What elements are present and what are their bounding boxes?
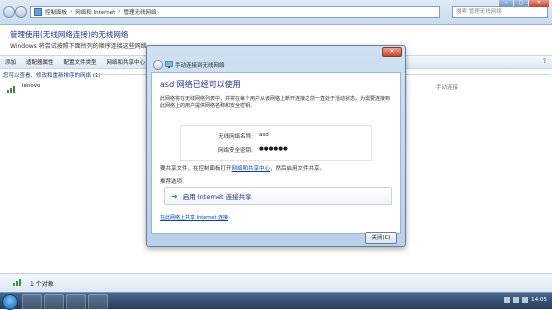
breadcrumb-item[interactable]: 控制面板 (45, 8, 67, 16)
security-key-value: ●●●●●● (259, 146, 288, 152)
back-button[interactable] (3, 6, 15, 18)
toolbar-network-sharing-center[interactable]: 网络和共享中心 (102, 58, 151, 66)
dialog-title: 手动连接到无线网络 (175, 63, 225, 69)
dialog-body: asd 网络已经可以使用 此网络将在无线网络列表中，并将在每个用户从该网络上断开… (151, 72, 401, 234)
network-name-label: 无线网络名称: (218, 134, 253, 140)
dialog-heading: asd 网络已经可以使用 (160, 80, 241, 89)
network-tray-icon[interactable] (513, 297, 520, 303)
share-instruction: 要共享文件，在控制面板打开网络和共享中心，然后启用文件共享。 (160, 164, 325, 172)
suggested-options-label: 推荐选项: (160, 179, 184, 185)
breadcrumb-separator: › (70, 9, 73, 15)
volume-icon[interactable] (522, 297, 529, 303)
status-bar: 1 个对象 (0, 273, 552, 293)
enable-ics-option[interactable]: ➜ 启用 Internet 连接共享 (164, 187, 392, 205)
flag-icon[interactable] (504, 297, 511, 303)
page-description: Windows 将尝试按照下面所列的顺序连接这些网络。 (10, 43, 153, 50)
close-button[interactable]: 关闭(C) (365, 232, 397, 244)
network-status: 手动连接 (436, 85, 459, 91)
toolbar-add[interactable]: 添加 (0, 58, 21, 66)
share-text-before: 要共享文件，在控制面板打开 (160, 166, 232, 172)
status-text: 1 个对象 (30, 281, 54, 288)
manual-connect-dialog: ✕ 手动连接到无线网络 asd 网络已经可以使用 此网络将在无线网络列表中，并将… (146, 45, 406, 247)
breadcrumb-item[interactable]: 网络和 Internet (75, 8, 115, 16)
share-text-after: ，然后启用文件共享。 (270, 166, 326, 172)
help-icon[interactable]: ? (543, 58, 546, 65)
dialog-titlebar: ✕ (147, 46, 405, 58)
network-name[interactable]: lenovo (22, 83, 40, 89)
wireless-network-icon (7, 86, 15, 93)
minimize-button[interactable]: – (499, 0, 513, 7)
network-info-box: 无线网络名称: asd 网络安全密钥: ●●●●●● (180, 125, 372, 161)
toolbar-profile-types[interactable]: 配置文件类型 (59, 58, 102, 66)
network-name-value: asd (259, 132, 269, 138)
page-title: 管理使用(无线网络连接)的无线网络 (10, 30, 129, 39)
dialog-close-button[interactable]: ✕ (382, 47, 402, 57)
taskbar: 14:05 (0, 292, 552, 310)
address-bar-area: 控制面板 › 网络和 Internet › 管理无线网络 搜索 管理无线网络 –… (0, 0, 552, 25)
system-tray: 14:05 (504, 297, 547, 303)
group-header: 您可以查看、修改和重新排序的网络 (1) (3, 73, 101, 79)
maximize-button[interactable]: □ (514, 0, 528, 7)
dialog-intro: 此网络将在无线网络列表中，并将在每个用户从该网络上断开连接之前一直处于活动状态。… (160, 96, 391, 109)
share-internet-link[interactable]: 在此网络上共享 Internet 连接 (160, 214, 228, 221)
address-field[interactable]: 控制面板 › 网络和 Internet › 管理无线网络 (30, 6, 440, 18)
security-key-label: 网络安全密钥: (218, 148, 253, 154)
clock[interactable]: 14:05 (531, 297, 547, 303)
network-sharing-center-link[interactable]: 网络和共享中心 (232, 166, 271, 172)
network-icon (165, 61, 173, 68)
green-arrow-icon: ➜ (171, 191, 178, 201)
close-window-button[interactable]: ✕ (529, 0, 549, 7)
toolbar-adapter-properties[interactable]: 适配器属性 (21, 58, 59, 66)
enable-ics-label: 启用 Internet 连接共享 (182, 193, 252, 201)
control-panel-icon (34, 8, 42, 16)
window-controls: – □ ✕ (499, 0, 549, 7)
forward-button[interactable] (15, 6, 27, 18)
wireless-network-icon (13, 279, 21, 286)
breadcrumb-separator: › (118, 9, 121, 15)
search-input[interactable]: 搜索 管理无线网络 (452, 6, 548, 18)
breadcrumb-item[interactable]: 管理无线网络 (124, 8, 157, 16)
dialog-back-button[interactable] (153, 60, 163, 70)
